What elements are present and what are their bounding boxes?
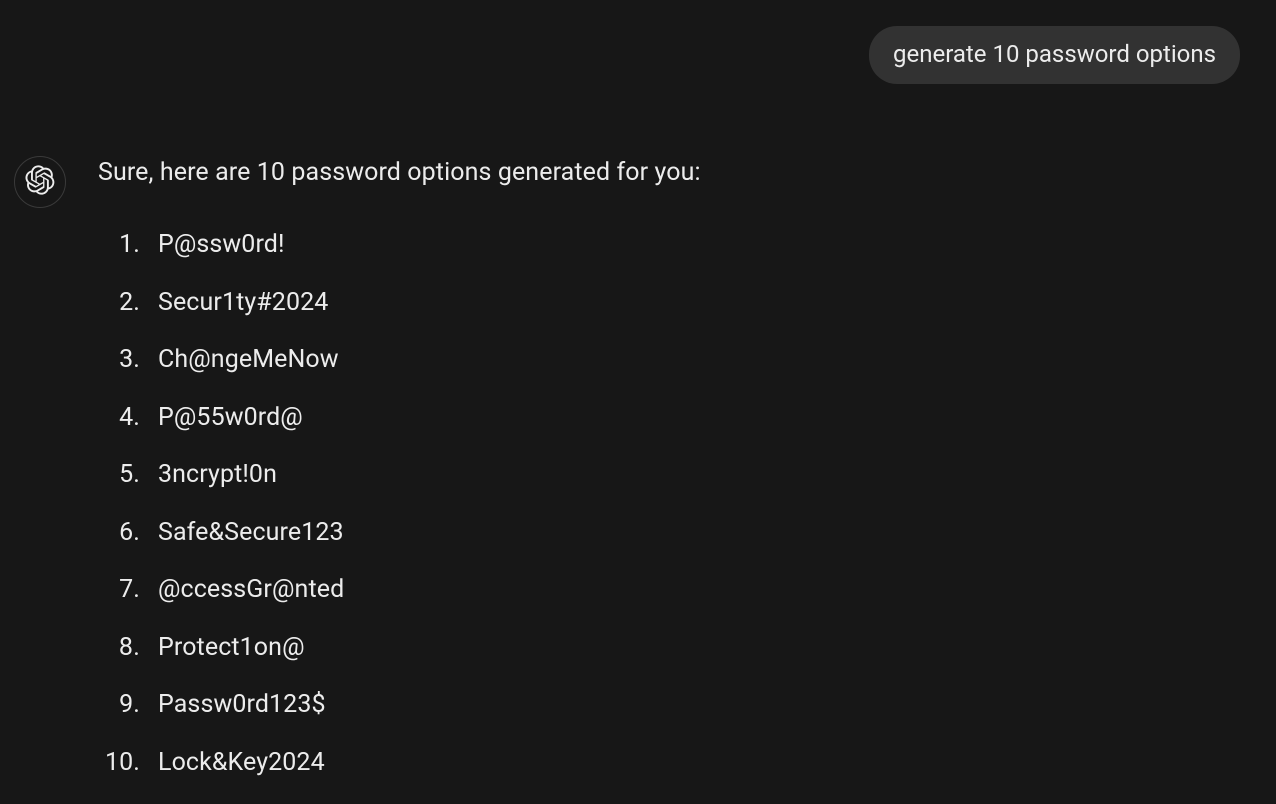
user-message-row: generate 10 password options: [14, 26, 1260, 84]
assistant-intro-text: Sure, here are 10 password options gener…: [98, 154, 1260, 192]
password-value: Protect1on@: [158, 630, 305, 665]
password-value: P@55w0rd@: [158, 400, 303, 435]
assistant-avatar: [14, 156, 66, 208]
assistant-message-row: Sure, here are 10 password options gener…: [14, 154, 1260, 803]
list-item: Safe&Secure123: [98, 515, 1260, 550]
list-item: @ccessGr@nted: [98, 572, 1260, 607]
password-value: Lock&Key2024: [158, 745, 325, 780]
password-value: Ch@ngeMeNow: [158, 342, 339, 377]
list-item: Ch@ngeMeNow: [98, 342, 1260, 377]
password-list: P@ssw0rd! Secur1ty#2024 Ch@ngeMeNow P@55…: [98, 227, 1260, 780]
list-item: P@55w0rd@: [98, 400, 1260, 435]
list-item: Passw0rd123$: [98, 687, 1260, 722]
user-message-text: generate 10 password options: [893, 40, 1216, 68]
list-item: P@ssw0rd!: [98, 227, 1260, 262]
user-message-bubble[interactable]: generate 10 password options: [869, 26, 1240, 84]
password-value: Secur1ty#2024: [158, 285, 328, 320]
password-value: 3ncrypt!0n: [158, 457, 277, 492]
password-value: P@ssw0rd!: [158, 227, 285, 262]
password-value: Safe&Secure123: [158, 515, 344, 550]
password-value: Passw0rd123$: [158, 687, 326, 722]
list-item: Protect1on@: [98, 630, 1260, 665]
assistant-message-content: Sure, here are 10 password options gener…: [98, 154, 1260, 803]
list-item: Lock&Key2024: [98, 745, 1260, 780]
list-item: Secur1ty#2024: [98, 285, 1260, 320]
chat-container: generate 10 password options Sure, here …: [0, 0, 1276, 802]
openai-logo-icon: [25, 165, 55, 199]
password-value: @ccessGr@nted: [158, 572, 344, 607]
list-item: 3ncrypt!0n: [98, 457, 1260, 492]
